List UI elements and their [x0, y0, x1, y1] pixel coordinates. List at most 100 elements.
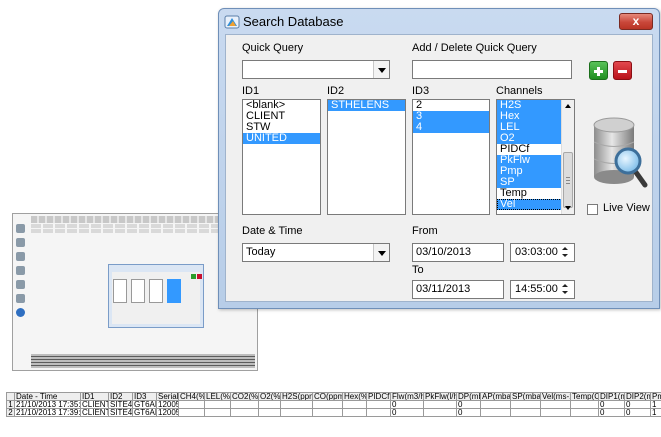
column-header[interactable]: CO(ppm)	[312, 392, 343, 401]
scroll-up-icon[interactable]	[562, 100, 574, 112]
table-cell: 12005	[156, 400, 179, 409]
table-cell	[312, 408, 343, 417]
column-header[interactable]: LEL(%)	[204, 392, 231, 401]
table-cell: 0	[390, 408, 424, 417]
spinner-arrows-icon[interactable]	[559, 282, 573, 297]
table-cell	[366, 408, 391, 417]
table-cell	[178, 400, 205, 409]
from-label: From	[412, 225, 438, 237]
table-cell	[570, 408, 599, 417]
add-query-button[interactable]	[589, 61, 608, 80]
from-time-spinner[interactable]: 03:03:00	[510, 243, 575, 262]
spinner-arrows-icon[interactable]	[559, 245, 573, 260]
list-item[interactable]: STHELENS	[328, 100, 405, 111]
to-label: To	[412, 264, 424, 276]
close-button[interactable]: x	[619, 13, 653, 30]
database-search-icon	[593, 117, 648, 188]
column-header[interactable]	[6, 392, 15, 401]
column-header[interactable]: CO2(%)	[230, 392, 259, 401]
table-cell	[258, 400, 281, 409]
date-time-label: Date & Time	[242, 225, 303, 237]
from-time-value: 03:03:00	[515, 246, 558, 258]
add-delete-query-label: Add / Delete Quick Query	[412, 42, 537, 54]
search-database-dialog: Search Database x Quick Query Add / Dele…	[218, 8, 660, 309]
column-header[interactable]: ID2	[108, 392, 133, 401]
to-time-value: 14:55:00	[515, 283, 558, 295]
add-delete-query-input[interactable]	[412, 60, 572, 79]
to-date-value: 03/11/2013	[416, 283, 471, 295]
table-cell	[342, 400, 367, 409]
results-table[interactable]: Date - TimeID1ID2ID3SerialCH4(%)LEL(%)CO…	[6, 392, 661, 417]
table-cell: 12005	[156, 408, 179, 417]
chevron-down-icon[interactable]	[373, 244, 389, 261]
table-cell	[230, 400, 259, 409]
column-header[interactable]: O2(%)	[258, 392, 281, 401]
table-cell: 0	[456, 408, 481, 417]
delete-query-button[interactable]	[613, 61, 632, 80]
date-time-value: Today	[246, 246, 276, 258]
table-cell: CLIENT	[80, 400, 109, 409]
id1-label: ID1	[242, 85, 260, 97]
table-row[interactable]: 221/10/2013 17:39:03CLIENTSITE4GT6AB1200…	[6, 408, 661, 417]
to-date-picker[interactable]: 03/11/2013	[412, 280, 504, 299]
column-header[interactable]: Serial	[156, 392, 179, 401]
column-header[interactable]: CH4(%)	[178, 392, 205, 401]
column-header[interactable]: DIP2(m)	[624, 392, 651, 401]
channels-label: Channels	[496, 85, 543, 97]
column-header[interactable]: Date - Time	[14, 392, 81, 401]
table-cell	[204, 400, 231, 409]
column-header[interactable]: PkFlw(l/h)	[423, 392, 457, 401]
table-cell: 0	[624, 408, 651, 417]
table-cell: GT6AB	[132, 408, 157, 417]
table-cell: SITE4	[108, 400, 133, 409]
table-cell	[204, 408, 231, 417]
column-header[interactable]: SP(mbar)	[510, 392, 541, 401]
column-header[interactable]: DIP1(m)	[598, 392, 625, 401]
column-header[interactable]: ID3	[132, 392, 157, 401]
id3-listbox[interactable]: 2 3 4	[412, 99, 490, 215]
table-cell: GT6AB	[132, 400, 157, 409]
table-row[interactable]: 121/10/2013 17:35:46CLIENTSITE4GT6AB1200…	[6, 400, 661, 409]
list-item[interactable]: UNITED	[243, 133, 320, 144]
quick-query-combo[interactable]	[242, 60, 390, 79]
column-header[interactable]: Hex(%)	[342, 392, 367, 401]
chevron-down-icon[interactable]	[373, 61, 389, 78]
title-bar[interactable]: Search Database x	[219, 9, 659, 35]
scroll-thumb[interactable]	[563, 152, 573, 208]
column-header[interactable]: H2S(ppm)	[280, 392, 313, 401]
table-cell	[312, 400, 343, 409]
table-cell: 21/10/2013 17:39:03	[14, 408, 81, 417]
column-header[interactable]: Flw(m3/h)	[390, 392, 424, 401]
column-header[interactable]: Pm	[650, 392, 661, 401]
id1-listbox[interactable]: <blank> CLIENT STW UNITED	[242, 99, 321, 215]
date-time-combo[interactable]: Today	[242, 243, 390, 262]
id2-listbox[interactable]: STHELENS	[327, 99, 406, 215]
column-header[interactable]: DP(mb)	[456, 392, 481, 401]
table-cell: 0	[390, 400, 424, 409]
table-cell	[423, 408, 457, 417]
list-item[interactable]: 4	[413, 122, 489, 133]
column-header[interactable]: ID1	[80, 392, 109, 401]
column-header[interactable]: AP(mbar)	[480, 392, 511, 401]
table-cell: 0	[598, 408, 625, 417]
id2-label: ID2	[327, 85, 345, 97]
list-item[interactable]: 3	[413, 111, 489, 122]
to-time-spinner[interactable]: 14:55:00	[510, 280, 575, 299]
channels-listbox[interactable]: H2S Hex LEL O2 PIDCf PkFlw Pmp SP Temp V…	[496, 99, 575, 215]
list-item[interactable]: 2	[413, 100, 489, 111]
id3-label: ID3	[412, 85, 430, 97]
column-header[interactable]: Vel(ms-1)	[540, 392, 571, 401]
table-cell	[570, 400, 599, 409]
from-date-picker[interactable]: 03/10/2013	[412, 243, 504, 262]
table-cell: 21/10/2013 17:35:46	[14, 400, 81, 409]
live-view-label: Live View	[603, 202, 650, 214]
scroll-down-icon[interactable]	[562, 202, 574, 214]
live-view-checkbox[interactable]	[587, 204, 598, 215]
column-header[interactable]: PIDCf)	[366, 392, 391, 401]
table-cell	[280, 400, 313, 409]
table-cell	[480, 400, 511, 409]
column-header[interactable]: Temp(C)	[570, 392, 599, 401]
channels-scrollbar[interactable]	[561, 100, 574, 214]
table-cell	[280, 408, 313, 417]
table-cell: 0	[456, 400, 481, 409]
